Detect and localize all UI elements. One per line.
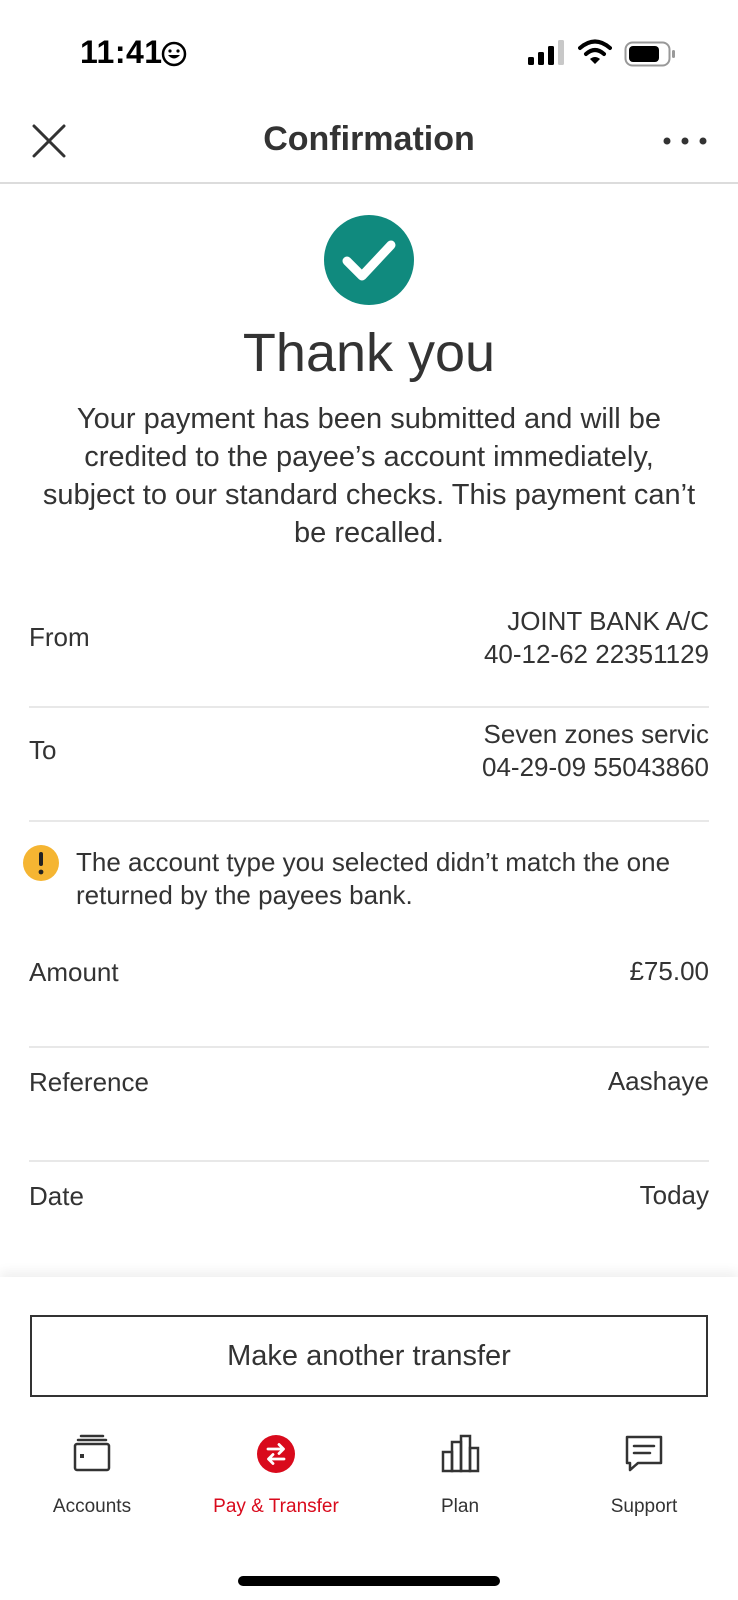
to-payee-name: Seven zones servic — [483, 719, 709, 749]
more-options-icon[interactable] — [662, 128, 708, 154]
from-row: From JOINT BANK A/C 40-12-62 22351129 — [29, 605, 709, 708]
from-label: From — [29, 622, 90, 652]
tab-plan[interactable]: Plan — [368, 1432, 552, 1532]
amount-row: Amount £75.00 — [29, 940, 709, 1048]
to-account-number: 04-29-09 55043860 — [482, 752, 709, 782]
from-account-name: JOINT BANK A/C — [507, 606, 709, 636]
battery-icon — [624, 41, 675, 67]
make-another-transfer-button[interactable]: Make another transfer — [30, 1315, 708, 1397]
bar-chart-icon — [441, 1434, 480, 1473]
from-value: JOINT BANK A/C 40-12-62 22351129 — [484, 605, 709, 671]
header: Confirmation — [0, 100, 738, 184]
cellular-signal-icon — [528, 40, 564, 65]
tab-support[interactable]: Support — [552, 1432, 736, 1532]
wallet-icon — [73, 1434, 111, 1472]
warning-icon — [23, 845, 59, 881]
transfer-icon — [257, 1435, 295, 1473]
to-row: To Seven zones servic 04-29-09 55043860 — [29, 708, 709, 822]
amount-value: £75.00 — [629, 956, 709, 986]
amount-label: Amount — [29, 957, 119, 987]
tab-plan-label: Plan — [440, 1496, 480, 1517]
smiley-icon — [161, 41, 187, 67]
tab-accounts[interactable]: Accounts — [0, 1432, 184, 1532]
tab-pay-transfer-label: Pay & Transfer — [213, 1496, 339, 1517]
confirmation-message: Your payment has been submitted and will… — [42, 403, 696, 549]
date-label: Date — [29, 1181, 84, 1211]
status-bar: 11:41 — [0, 0, 738, 100]
tab-accounts-label: Accounts — [52, 1496, 132, 1517]
chat-icon — [625, 1435, 663, 1472]
checkmark-circle-icon — [324, 215, 414, 305]
to-value: Seven zones servic 04-29-09 55043860 — [482, 718, 709, 784]
date-row: Date Today — [29, 1162, 709, 1276]
tab-support-label: Support — [610, 1496, 678, 1517]
wifi-icon — [578, 39, 612, 64]
tab-bar: Accounts Pay & Transfer Plan Support — [0, 1432, 738, 1532]
to-label: To — [29, 735, 57, 765]
bottom-panel: Make another transfer Accounts Pay & Tra… — [0, 1277, 738, 1600]
from-account-number: 40-12-62 22351129 — [483, 639, 709, 669]
tab-pay-transfer[interactable]: Pay & Transfer — [184, 1432, 368, 1532]
thank-you-title: Thank you — [242, 323, 496, 383]
reference-label: Reference — [29, 1067, 149, 1097]
reference-value: Aashaye — [607, 1066, 709, 1096]
account-type-warning: The account type you selected didn’t mat… — [76, 847, 671, 910]
page-title: Confirmation — [263, 120, 475, 158]
date-value: Today — [639, 1180, 709, 1210]
status-time: 11:41 — [80, 34, 163, 70]
reference-row: Reference Aashaye — [29, 1048, 709, 1162]
home-indicator — [238, 1576, 500, 1586]
